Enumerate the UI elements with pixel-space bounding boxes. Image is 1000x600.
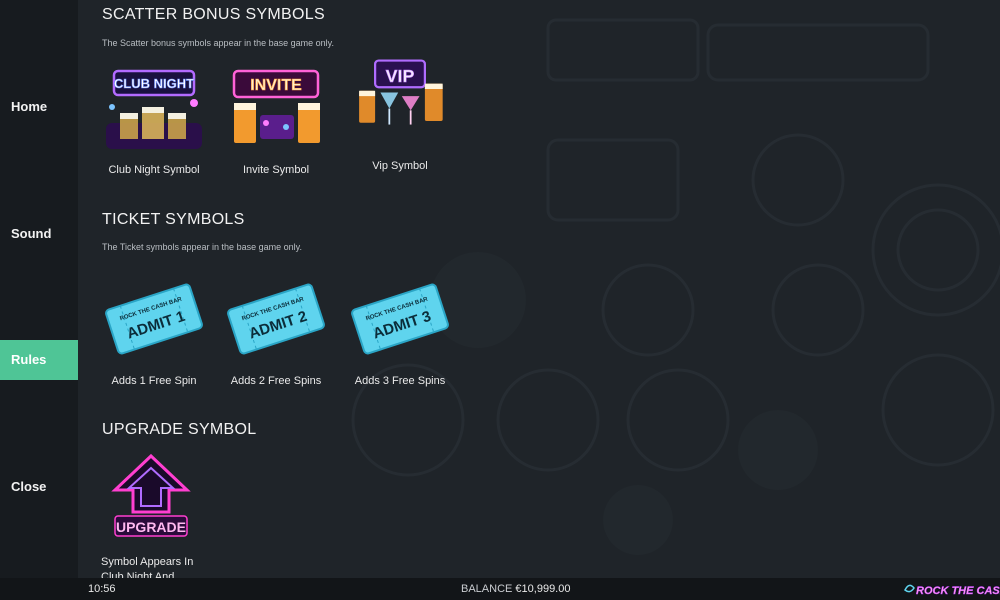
upgrade-symbol: UPGRADE Symbol Appears In Club Night And [99, 452, 209, 578]
ticket-admit-3-symbol: ROCK THE CASH BAR ADMIT 3 Adds 3 Free Sp… [345, 274, 455, 387]
scatter-section-description: The Scatter bonus symbols appear in the … [102, 38, 334, 48]
sidebar-menu: Home Sound Rules Close [0, 0, 78, 578]
vip-art-text: VIP [386, 66, 415, 86]
ticket-3-caption: Adds 3 Free Spins [354, 375, 446, 387]
club-night-symbol-caption: Club Night Symbol [108, 164, 200, 176]
club-night-symbol: CLUB NIGHT Club Night Symbol [99, 63, 209, 176]
ticket-icon: ROCK THE CASH BAR ADMIT 3 [351, 283, 449, 355]
vip-symbol: VIP Vip Symbol [345, 57, 455, 172]
status-bar: 10:56 BALANCE €10,999.00 ROCK THE CASH B [0, 578, 1000, 600]
invite-art-text: INVITE [250, 77, 302, 94]
game-logo-text: ROCK THE CASH B [916, 585, 1000, 597]
logo-swoosh-icon [904, 584, 915, 593]
upgrade-caption-line-2: Club Night And [101, 571, 175, 578]
upgrade-symbol-caption: Symbol Appears In Club Night And [99, 555, 209, 578]
nav-close[interactable]: Close [0, 467, 78, 507]
vip-sign-icon: VIP [359, 59, 443, 125]
upgrade-arrow-icon: UPGRADE [111, 453, 191, 537]
balance-display: BALANCE €10,999.00 [461, 583, 570, 595]
ticket-section-title: TICKET SYMBOLS [102, 211, 245, 228]
game-logo: ROCK THE CASH B [904, 584, 1000, 597]
balance-label: BALANCE [461, 583, 513, 595]
upgrade-section-title: UPGRADE SYMBOL [102, 421, 257, 438]
ticket-icon: ROCK THE CASH BAR ADMIT 2 [227, 283, 325, 355]
background-decoration [351, 18, 1000, 555]
balance-value: €10,999.00 [515, 583, 571, 595]
ticket-2-caption: Adds 2 Free Spins [230, 375, 322, 387]
invite-symbol-caption: Invite Symbol [242, 164, 310, 176]
invite-symbol: INVITE Invite Symbol [221, 63, 331, 176]
rules-panel[interactable]: SCATTER BONUS SYMBOLS The Scatter bonus … [78, 0, 1000, 578]
invite-sign-icon: INVITE [232, 69, 320, 143]
clock: 10:56 [88, 583, 116, 595]
nav-sound[interactable]: Sound [0, 214, 78, 254]
ticket-icon: ROCK THE CASH BAR ADMIT 1 [105, 283, 203, 355]
ticket-admit-1-symbol: ROCK THE CASH BAR ADMIT 1 Adds 1 Free Sp… [99, 274, 209, 387]
nav-home[interactable]: Home [0, 87, 78, 127]
upgrade-art-text: UPGRADE [116, 519, 186, 535]
ticket-admit-2-symbol: ROCK THE CASH BAR ADMIT 2 Adds 2 Free Sp… [221, 274, 331, 387]
vip-symbol-caption: Vip Symbol [372, 160, 428, 172]
club-night-sign-icon: CLUB NIGHT [106, 69, 202, 149]
ticket-section-description: The Ticket symbols appear in the base ga… [102, 242, 302, 252]
ticket-1-caption: Adds 1 Free Spin [111, 375, 197, 387]
scatter-section-title: SCATTER BONUS SYMBOLS [102, 6, 325, 23]
club-night-art-text: CLUB NIGHT [114, 76, 194, 91]
upgrade-caption-line-1: Symbol Appears In [101, 556, 194, 568]
nav-rules[interactable]: Rules [0, 340, 78, 380]
